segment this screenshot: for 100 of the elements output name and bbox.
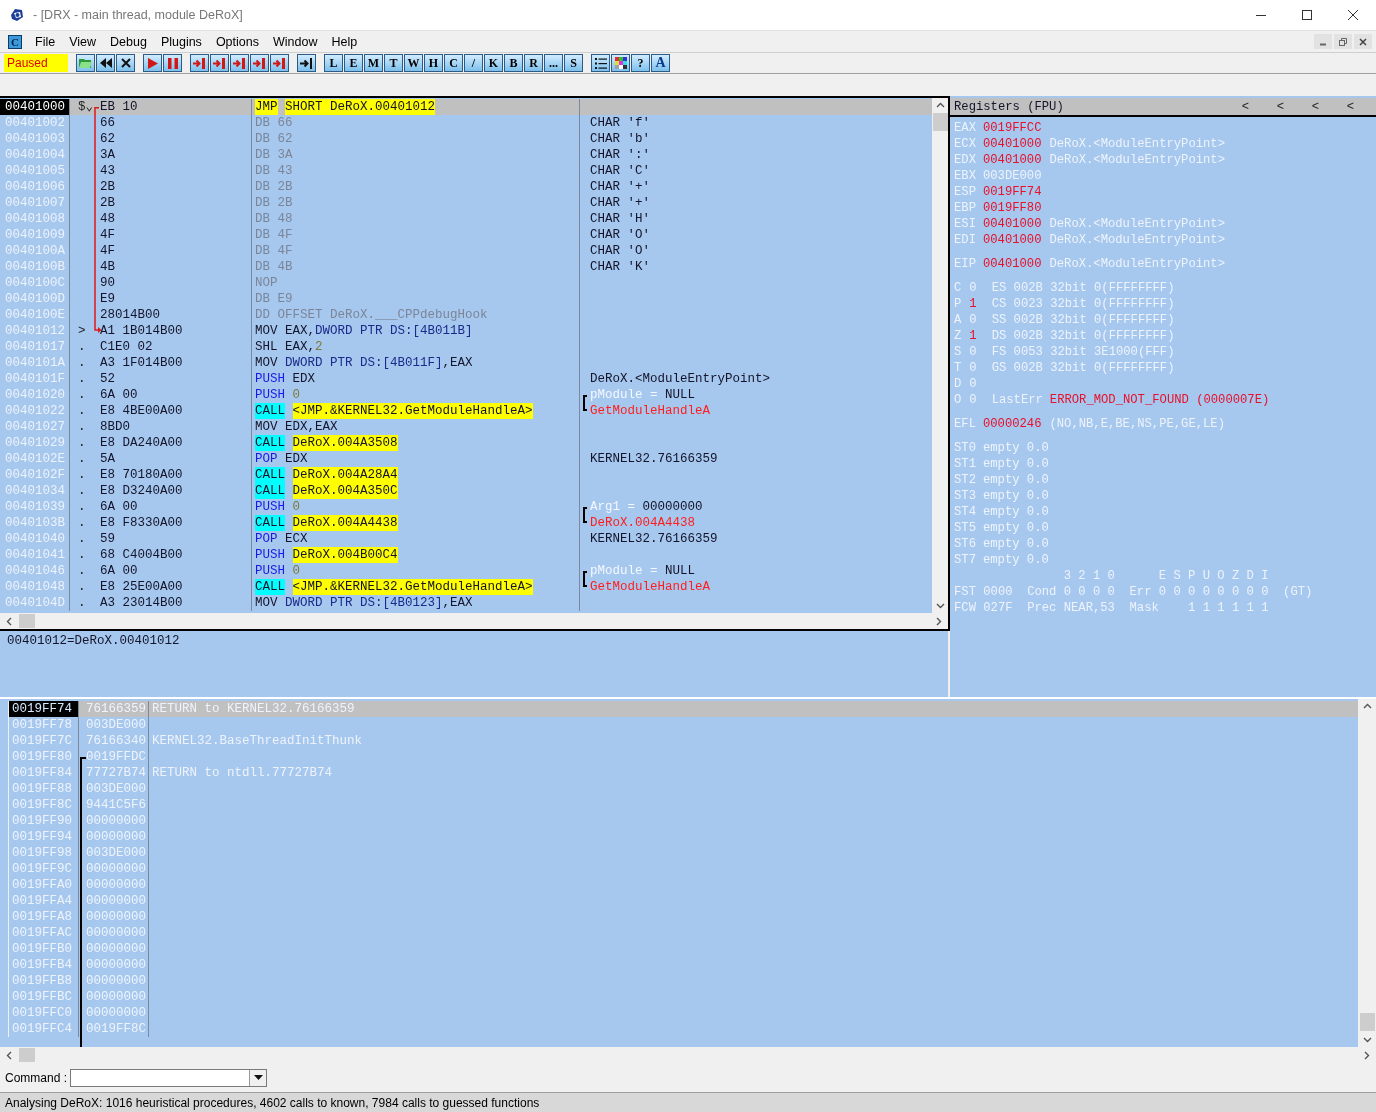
fpu-status-text: 3 2 1 0 E S P U O Z D I	[1062, 568, 1269, 584]
register-value: empty 0.0	[982, 520, 1049, 536]
cpu-window-icon[interactable]: C	[8, 34, 22, 49]
toolbar-button[interactable]	[96, 54, 115, 72]
value-cell: 0019FFDC	[79, 749, 149, 765]
flag-value: 0	[969, 360, 977, 376]
disasm-row[interactable]: 0040100C 90 NOP	[0, 275, 932, 291]
disasm-row[interactable]: 00401012 > A1 1B014B00 MOV EAX,DWORD PTR DS:[4B011B]	[0, 323, 932, 339]
toolbar-button[interactable]: L	[324, 54, 343, 72]
menu-item[interactable]: Plugins	[153, 34, 209, 49]
disasm-row[interactable]: 0040103B . E8 F8330A00 CALL DeRoX.004A4438 DeRoX.004A4438	[0, 515, 932, 531]
menu-item[interactable]: Help	[324, 34, 365, 49]
jump-mark: .	[78, 596, 86, 610]
address-cell: 00401000	[0, 99, 70, 115]
collapse-toggle[interactable]: <	[1214, 99, 1249, 114]
collapse-toggle[interactable]: <	[1249, 99, 1284, 114]
minimize-button[interactable]	[1314, 34, 1332, 49]
menu-item[interactable]: Window	[265, 34, 325, 49]
disasm-row[interactable]: 00401009 4F DB 4F CHAR 'O'	[0, 227, 932, 243]
instruction-operand: 0	[292, 387, 301, 403]
flag-value: 0	[969, 344, 977, 360]
scroll-thumb[interactable]	[1359, 1013, 1375, 1031]
collapse-toggle[interactable]: <	[1284, 99, 1319, 114]
instruction-mnemonic: CALL	[255, 403, 285, 419]
menu-item[interactable]: View	[62, 34, 104, 49]
register-name: EIP	[954, 256, 976, 272]
hex-cell: 68 C4004B00	[96, 547, 252, 563]
segment-register: ES 002B 32bit 0(FFFFFFFF)	[991, 280, 1175, 296]
bug-icon	[9, 7, 25, 23]
jump-mark: .	[78, 436, 86, 450]
toolbar-button[interactable]: R	[524, 54, 543, 72]
restore-button[interactable]	[1334, 34, 1352, 49]
jump-mark: .	[78, 564, 86, 578]
toolbar-button[interactable]: H	[424, 54, 443, 72]
disasm-row[interactable]: 0040100D E9 DB E9	[0, 291, 932, 307]
value-cell: 00000000	[79, 925, 149, 941]
scroll-thumb[interactable]	[19, 614, 35, 628]
command-field[interactable]	[70, 1068, 268, 1087]
collapse-toggle[interactable]: <	[1319, 99, 1354, 114]
chevron-up-icon	[1362, 703, 1372, 709]
toolbar-button[interactable]: /	[464, 54, 483, 72]
instruction-operand: DeRoX.004A28A4	[292, 467, 398, 483]
toolbar-button[interactable]: S	[564, 54, 583, 72]
close-button[interactable]	[1354, 34, 1372, 49]
disasm-row[interactable]: 0040101A . A3 1F014B00 MOV DWORD PTR DS:[4B011F],EAX	[0, 355, 932, 371]
toolbar-button[interactable]: M	[364, 54, 383, 72]
toolbar-button[interactable]	[591, 54, 610, 72]
argument-name: pModule =	[590, 563, 658, 579]
disasm-row[interactable]: 00401022 . E8 4BE00A00 CALL <JMP.&KERNEL32.GetModuleHandleA> GetModuleHandleA	[0, 403, 932, 419]
disasm-row[interactable]: 00401003 62 DB 62 CHAR 'b'	[0, 131, 932, 147]
disasm-row[interactable]: 0040101F . 52 PUSH EDX DeRoX.<ModuleEntryPoint>	[0, 371, 932, 387]
menu-item[interactable]: File	[28, 34, 63, 49]
disasm-row[interactable]: 0040100E 28014B00 DD OFFSET DeRoX.___CPPdebugHook	[0, 307, 932, 323]
toolbar-button[interactable]: E	[344, 54, 363, 72]
disasm-row[interactable]: 0040100A 4F DB 4F CHAR 'O'	[0, 243, 932, 259]
disasm-row[interactable]: 00401004 3A DB 3A CHAR ':'	[0, 147, 932, 163]
disasm-row[interactable]: 00401029 . E8 DA240A00 CALL DeRoX.004A3508	[0, 435, 932, 451]
menu-item[interactable]: Debug	[103, 34, 154, 49]
toolbar-button[interactable]	[116, 54, 135, 72]
disasm-row[interactable]: 00401002 66 DB 66 CHAR 'f'	[0, 115, 932, 131]
instruction-mnemonic: PUSH	[255, 563, 285, 579]
toolbar-button[interactable]: B	[504, 54, 523, 72]
toolbar-button[interactable]: C	[444, 54, 463, 72]
segment-register: DS 002B 32bit 0(FFFFFFFF)	[991, 328, 1175, 344]
disasm-row[interactable]: 0040104D . A3 23014B00 MOV DWORD PTR DS:[4B0123],EAX	[0, 595, 932, 611]
disasm-row[interactable]: 00401041 . 68 C4004B00 PUSH DeRoX.004B00C4	[0, 547, 932, 563]
disasm-row[interactable]: 00401005 43 DB 43 CHAR 'C'	[0, 163, 932, 179]
chevron-right-icon	[1364, 1050, 1370, 1060]
disasm-row[interactable]: 00401006 2B DB 2B CHAR '+'	[0, 179, 932, 195]
toolbar-button[interactable]	[611, 54, 630, 72]
toolbar-button[interactable]: ...	[544, 54, 563, 72]
disasm-row[interactable]: 00401034 . E8 D3240A00 CALL DeRoX.004A350C	[0, 483, 932, 499]
toolbar-button[interactable]: K	[484, 54, 503, 72]
disasm-row[interactable]: 0040100B 4B DB 4B CHAR 'K'	[0, 259, 932, 275]
toolbar-button[interactable]	[297, 54, 316, 72]
toolbar-button[interactable]: A	[651, 54, 670, 72]
menu-item[interactable]: Options	[208, 34, 266, 49]
address-cell: 0019FFC4	[9, 1021, 79, 1037]
jump-mark: .	[78, 388, 86, 402]
toolbar-button[interactable]: W	[404, 54, 423, 72]
address-cell: 0019FFA0	[9, 877, 79, 893]
disasm-row[interactable]: 0040102F . E8 70180A00 CALL DeRoX.004A28A4	[0, 467, 932, 483]
flag-name: T	[954, 360, 962, 376]
register-comment: DeRoX.<ModuleEntryPoint>	[1049, 232, 1225, 248]
hex-cell: 59	[96, 531, 252, 547]
flag-value: 0	[969, 312, 977, 328]
toolbar-button[interactable]: ?	[631, 54, 650, 72]
disasm-row[interactable]: 00401048 . E8 25E00A00 CALL <JMP.&KERNEL32.GetModuleHandleA> GetModuleHandleA	[0, 579, 932, 595]
register-name: EBP	[954, 200, 976, 216]
disasm-row[interactable]: 00401007 2B DB 2B CHAR '+'	[0, 195, 932, 211]
disasm-row[interactable]: 00401017 . C1E0 02 SHL EAX,2	[0, 339, 932, 355]
address-cell: 00401046	[0, 563, 70, 579]
fpu-status-text: FST 0000 Cond 0 0 0 0 Err 0 0 0 0 0 0 0 0 (GT)	[954, 584, 1313, 600]
stack-row[interactable]: 0019FF74 76166359 RETURN to KERNEL32.76166359	[8, 701, 1358, 717]
scroll-thumb[interactable]	[19, 1048, 35, 1062]
disasm-row[interactable]: 00401008 48 DB 48 CHAR 'H'	[0, 211, 932, 227]
register-value: empty 0.0	[982, 536, 1049, 552]
scroll-thumb[interactable]	[932, 113, 948, 131]
toolbar-button[interactable]: T	[384, 54, 403, 72]
disasm-row[interactable]: 00401000 $⌄ EB 10 JMP SHORT DeRoX.00401012	[0, 99, 932, 115]
